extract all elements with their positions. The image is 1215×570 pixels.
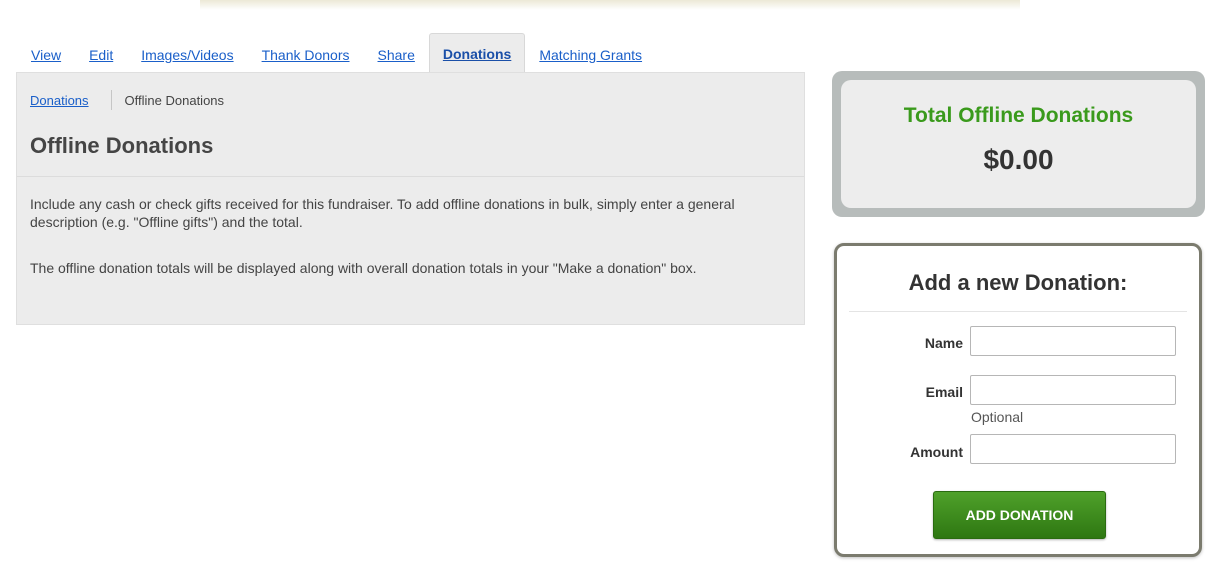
breadcrumb-donations-link[interactable]: Donations bbox=[30, 93, 89, 108]
amount-label: Amount bbox=[910, 444, 963, 460]
tab-bar: View Edit Images/Videos Thank Donors Sha… bbox=[17, 33, 656, 73]
name-input[interactable] bbox=[970, 326, 1176, 356]
add-donation-form: Add a new Donation: Name Email Optional … bbox=[834, 243, 1202, 557]
total-title: Total Offline Donations bbox=[903, 104, 1134, 127]
tab-edit[interactable]: Edit bbox=[75, 34, 127, 73]
breadcrumb-separator bbox=[110, 90, 112, 110]
email-optional-hint: Optional bbox=[971, 409, 1024, 425]
add-donation-title: Add a new Donation: bbox=[908, 270, 1128, 295]
offline-donations-panel: Donations Offline Donations Offline Dona… bbox=[16, 72, 805, 325]
total-offline-donations-box: Total Offline Donations $0.00 bbox=[832, 71, 1205, 217]
email-label: Email bbox=[925, 384, 963, 400]
totals-paragraph: The offline donation totals will be disp… bbox=[30, 260, 697, 276]
tab-donations[interactable]: Donations bbox=[428, 33, 526, 73]
total-amount: $0.00 bbox=[983, 144, 1054, 175]
intro-paragraph: Include any cash or check gifts received… bbox=[30, 196, 735, 230]
breadcrumb-current: Offline Donations bbox=[124, 92, 225, 108]
tab-view[interactable]: View bbox=[17, 34, 75, 73]
name-label: Name bbox=[924, 335, 963, 351]
tab-share[interactable]: Share bbox=[364, 34, 429, 73]
amount-input[interactable] bbox=[970, 434, 1176, 464]
top-glow bbox=[200, 0, 1020, 10]
form-divider bbox=[849, 311, 1187, 312]
tab-images-videos[interactable]: Images/Videos bbox=[127, 34, 247, 73]
page-title: Offline Donations bbox=[30, 133, 214, 158]
tab-matching-grants[interactable]: Matching Grants bbox=[525, 34, 656, 73]
breadcrumb: Donations Offline Donations bbox=[30, 90, 224, 110]
title-divider bbox=[17, 176, 804, 177]
email-input[interactable] bbox=[970, 375, 1176, 405]
add-donation-button[interactable]: ADD DONATION bbox=[933, 491, 1106, 539]
total-offline-donations-inner: Total Offline Donations $0.00 bbox=[841, 80, 1196, 208]
tab-thank-donors[interactable]: Thank Donors bbox=[248, 34, 364, 73]
